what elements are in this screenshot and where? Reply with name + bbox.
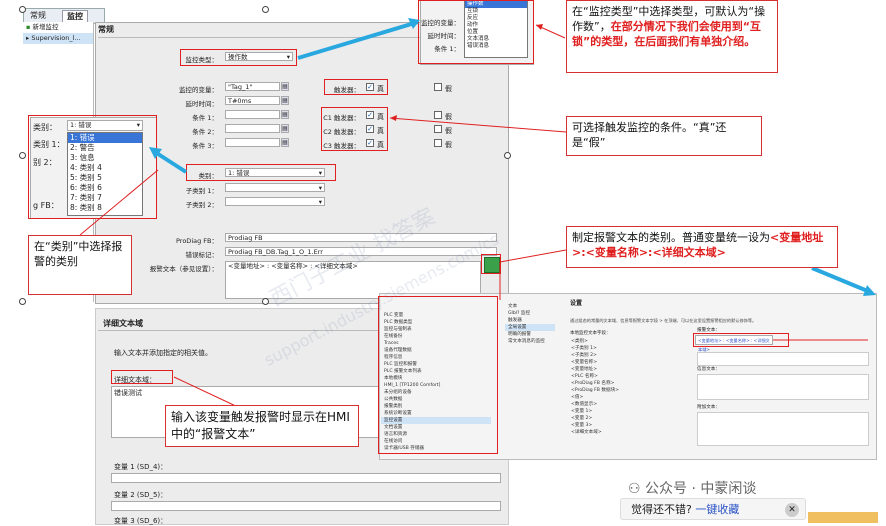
arrowhead: [390, 115, 397, 121]
connector-line: [79, 169, 159, 236]
wechat-icon: ⚇: [628, 481, 641, 497]
scroll-indicator: [808, 512, 878, 523]
arrowhead: [536, 24, 543, 30]
favorite-bar: 觉得还不错? 一键收藏 ✕: [620, 498, 806, 520]
close-icon[interactable]: ✕: [785, 503, 799, 517]
connector-line: [173, 376, 241, 409]
blue-arrow: [297, 20, 419, 60]
note-type: 在“监控类型”中选择类型，可默认为“操作数”，在部分情况下我们会使用到“互锁”的…: [566, 0, 778, 73]
note-alarm-plain: 制定报警文本的类别。普通变量统一设为: [572, 231, 770, 244]
connector-line: [499, 249, 567, 263]
note-alarm: 制定报警文本的类别。普通变量统一设为<变量地址>:<变量名称>:<详细文本域>: [566, 226, 838, 268]
note-trigger: 可选择触发监控的条件。“真”还是“假”: [566, 116, 762, 156]
footer-text: 觉得还不错?: [631, 503, 692, 516]
note-category: 在“类别”中选择报警的类别: [28, 235, 132, 295]
wechat-label: ⚇ 公众号 · 中蒙闲谈: [628, 478, 756, 498]
favorite-link[interactable]: 一键收藏: [695, 503, 739, 516]
note-detail: 输入该变量触发报警时显示在HMI中的“报警文本”: [165, 405, 359, 447]
wechat-text: 公众号 · 中蒙闲谈: [645, 481, 757, 497]
connector-line: [389, 117, 567, 133]
blue-arrow: [153, 150, 188, 174]
blue-arrow: [811, 266, 871, 294]
